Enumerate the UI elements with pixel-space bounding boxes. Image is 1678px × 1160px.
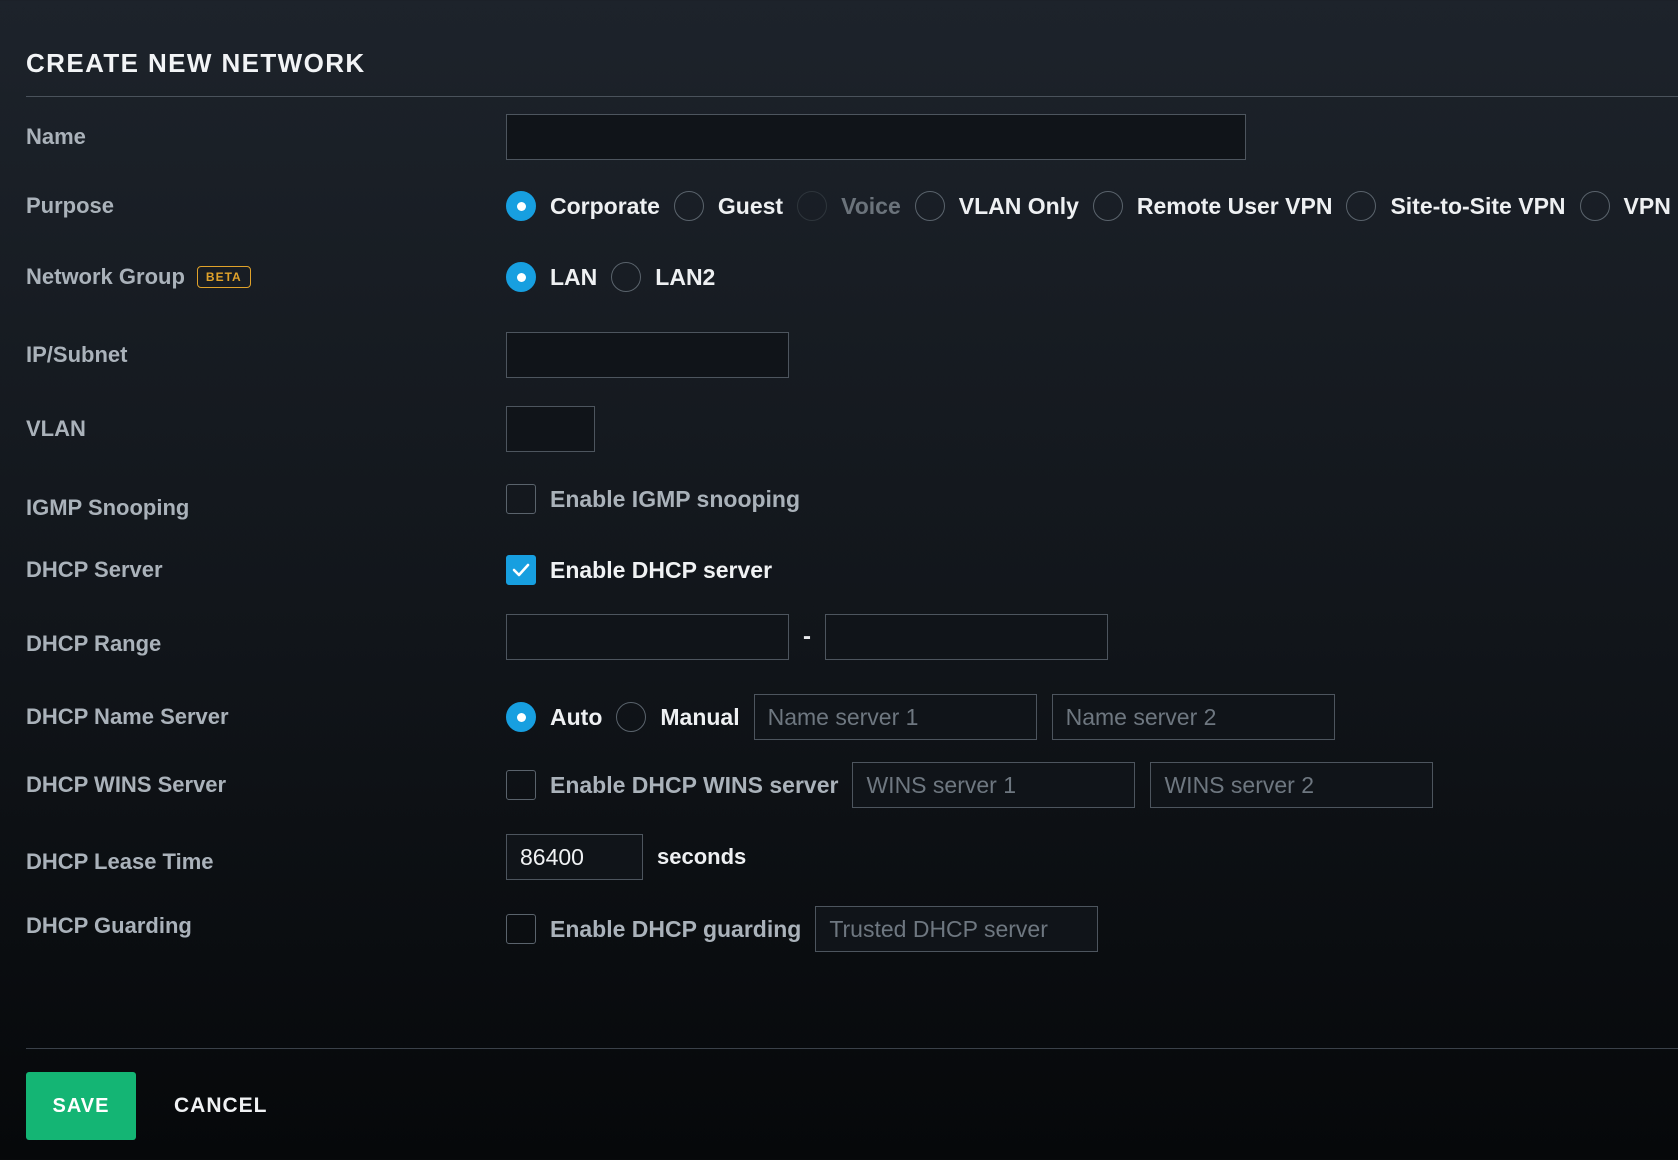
row-dhcp-name-server: DHCP Name Server Auto Manual bbox=[0, 694, 1678, 740]
trusted-dhcp-server-input[interactable] bbox=[815, 906, 1099, 952]
checkmark-icon bbox=[512, 563, 530, 577]
purpose-vlan-only-radio[interactable] bbox=[914, 191, 945, 221]
dhcp-lease-time-input[interactable] bbox=[506, 834, 643, 880]
igmp-snooping-checkbox-label[interactable]: Enable IGMP snooping bbox=[550, 486, 800, 513]
vlan-label: VLAN bbox=[26, 416, 86, 441]
row-igmp-snooping: IGMP Snooping Enable IGMP snooping bbox=[0, 476, 1678, 522]
footer-divider bbox=[26, 1048, 1678, 1049]
dhcp-server-control: Enable DHCP server bbox=[506, 555, 772, 585]
purpose-guest-radio[interactable] bbox=[673, 191, 704, 221]
dhcp-guarding-control: Enable DHCP guarding bbox=[506, 906, 1099, 952]
vlan-input[interactable] bbox=[506, 406, 595, 452]
dhcp-range-separator: - bbox=[803, 623, 811, 650]
purpose-remote-user-vpn-label[interactable]: Remote User VPN bbox=[1137, 193, 1333, 220]
dhcp-range-control: - bbox=[506, 614, 1108, 660]
name-server-auto-label[interactable]: Auto bbox=[550, 704, 602, 731]
row-dhcp-server: DHCP Server Enable DHCP server bbox=[0, 547, 1678, 593]
ip-subnet-control bbox=[506, 332, 789, 378]
dhcp-range-start-input[interactable] bbox=[506, 614, 789, 660]
dhcp-guarding-checkbox-label[interactable]: Enable DHCP guarding bbox=[550, 916, 801, 943]
row-name: Name bbox=[0, 114, 1678, 160]
header-divider bbox=[26, 96, 1678, 97]
vlan-control bbox=[506, 406, 595, 452]
network-group-label-text: Network Group bbox=[26, 264, 185, 289]
purpose-radio-group: Corporate Guest Voice VLAN Only Remote U… bbox=[506, 191, 1678, 221]
dhcp-lease-time-control: seconds bbox=[506, 834, 746, 880]
igmp-snooping-label: IGMP Snooping bbox=[26, 495, 190, 521]
name-server-2-input[interactable] bbox=[1051, 694, 1335, 740]
dhcp-wins-checkbox-label[interactable]: Enable DHCP WINS server bbox=[550, 772, 838, 799]
purpose-voice-radio bbox=[797, 191, 828, 221]
dhcp-server-label: DHCP Server bbox=[26, 557, 163, 582]
network-group-lan2-radio[interactable] bbox=[611, 262, 642, 292]
row-dhcp-range: DHCP Range - bbox=[0, 614, 1678, 660]
dhcp-lease-time-label: DHCP Lease Time bbox=[26, 848, 214, 874]
network-group-label: Network Group BETA bbox=[26, 264, 251, 290]
dhcp-server-checkbox[interactable] bbox=[506, 555, 536, 585]
igmp-snooping-checkbox[interactable] bbox=[506, 484, 536, 514]
row-purpose: Purpose Corporate Guest Voice VLAN Only … bbox=[0, 183, 1678, 229]
dhcp-range-label: DHCP Range bbox=[26, 630, 162, 656]
network-group-lan-radio[interactable] bbox=[506, 262, 536, 292]
wins-server-2-input[interactable] bbox=[1150, 762, 1434, 808]
purpose-corporate-radio[interactable] bbox=[506, 191, 536, 221]
ip-subnet-input[interactable] bbox=[506, 332, 789, 378]
purpose-vlan-only-label[interactable]: VLAN Only bbox=[959, 193, 1079, 220]
page-title: CREATE NEW NETWORK bbox=[26, 48, 366, 78]
row-dhcp-wins-server: DHCP WINS Server Enable DHCP WINS server bbox=[0, 762, 1678, 808]
row-vlan: VLAN bbox=[0, 406, 1678, 452]
purpose-site-to-site-vpn-radio[interactable] bbox=[1346, 191, 1377, 221]
wins-server-1-input[interactable] bbox=[852, 762, 1136, 808]
igmp-snooping-control: Enable IGMP snooping bbox=[506, 484, 800, 514]
purpose-label: Purpose bbox=[26, 193, 115, 218]
purpose-guest-label[interactable]: Guest bbox=[718, 193, 783, 220]
row-dhcp-guarding: DHCP Guarding Enable DHCP guarding bbox=[0, 906, 1678, 952]
name-server-1-input[interactable] bbox=[753, 694, 1037, 740]
lease-time-unit: seconds bbox=[657, 844, 747, 869]
name-server-manual-radio[interactable] bbox=[616, 702, 647, 732]
dhcp-name-server-control: Auto Manual bbox=[506, 694, 1335, 740]
name-input[interactable] bbox=[506, 114, 1246, 160]
dhcp-name-server-label: DHCP Name Server bbox=[26, 704, 229, 729]
name-label: Name bbox=[26, 124, 86, 149]
row-network-group: Network Group BETA LAN LAN2 bbox=[0, 254, 1678, 300]
name-control bbox=[506, 114, 1246, 160]
name-server-manual-label[interactable]: Manual bbox=[660, 704, 739, 731]
purpose-remote-user-vpn-radio[interactable] bbox=[1092, 191, 1123, 221]
purpose-corporate-label[interactable]: Corporate bbox=[550, 193, 660, 220]
dhcp-wins-server-control: Enable DHCP WINS server bbox=[506, 762, 1434, 808]
purpose-vpn-client-label[interactable]: VPN Client bbox=[1624, 193, 1678, 220]
network-group-lan2-label[interactable]: LAN2 bbox=[655, 264, 715, 291]
dhcp-range-end-input[interactable] bbox=[825, 614, 1108, 660]
beta-badge: BETA bbox=[196, 266, 251, 288]
purpose-voice-label: Voice bbox=[841, 192, 901, 219]
purpose-site-to-site-vpn-label[interactable]: Site-to-Site VPN bbox=[1390, 193, 1565, 220]
network-group-radio-group: LAN LAN2 bbox=[506, 262, 729, 292]
network-group-lan-label[interactable]: LAN bbox=[550, 264, 597, 291]
dhcp-wins-checkbox[interactable] bbox=[506, 770, 536, 800]
purpose-vpn-client-radio[interactable] bbox=[1579, 191, 1610, 221]
dhcp-guarding-checkbox[interactable] bbox=[506, 914, 536, 944]
save-button[interactable]: SAVE bbox=[26, 1072, 136, 1140]
dhcp-guarding-label: DHCP Guarding bbox=[26, 913, 192, 939]
dhcp-server-checkbox-label[interactable]: Enable DHCP server bbox=[550, 557, 772, 584]
row-ip-subnet: IP/Subnet bbox=[0, 332, 1678, 378]
name-server-auto-radio[interactable] bbox=[506, 702, 536, 732]
dhcp-wins-server-label: DHCP WINS Server bbox=[26, 772, 227, 797]
row-dhcp-lease-time: DHCP Lease Time seconds bbox=[0, 834, 1678, 880]
ip-subnet-label: IP/Subnet bbox=[26, 342, 128, 367]
cancel-button[interactable]: CANCEL bbox=[156, 1072, 286, 1140]
